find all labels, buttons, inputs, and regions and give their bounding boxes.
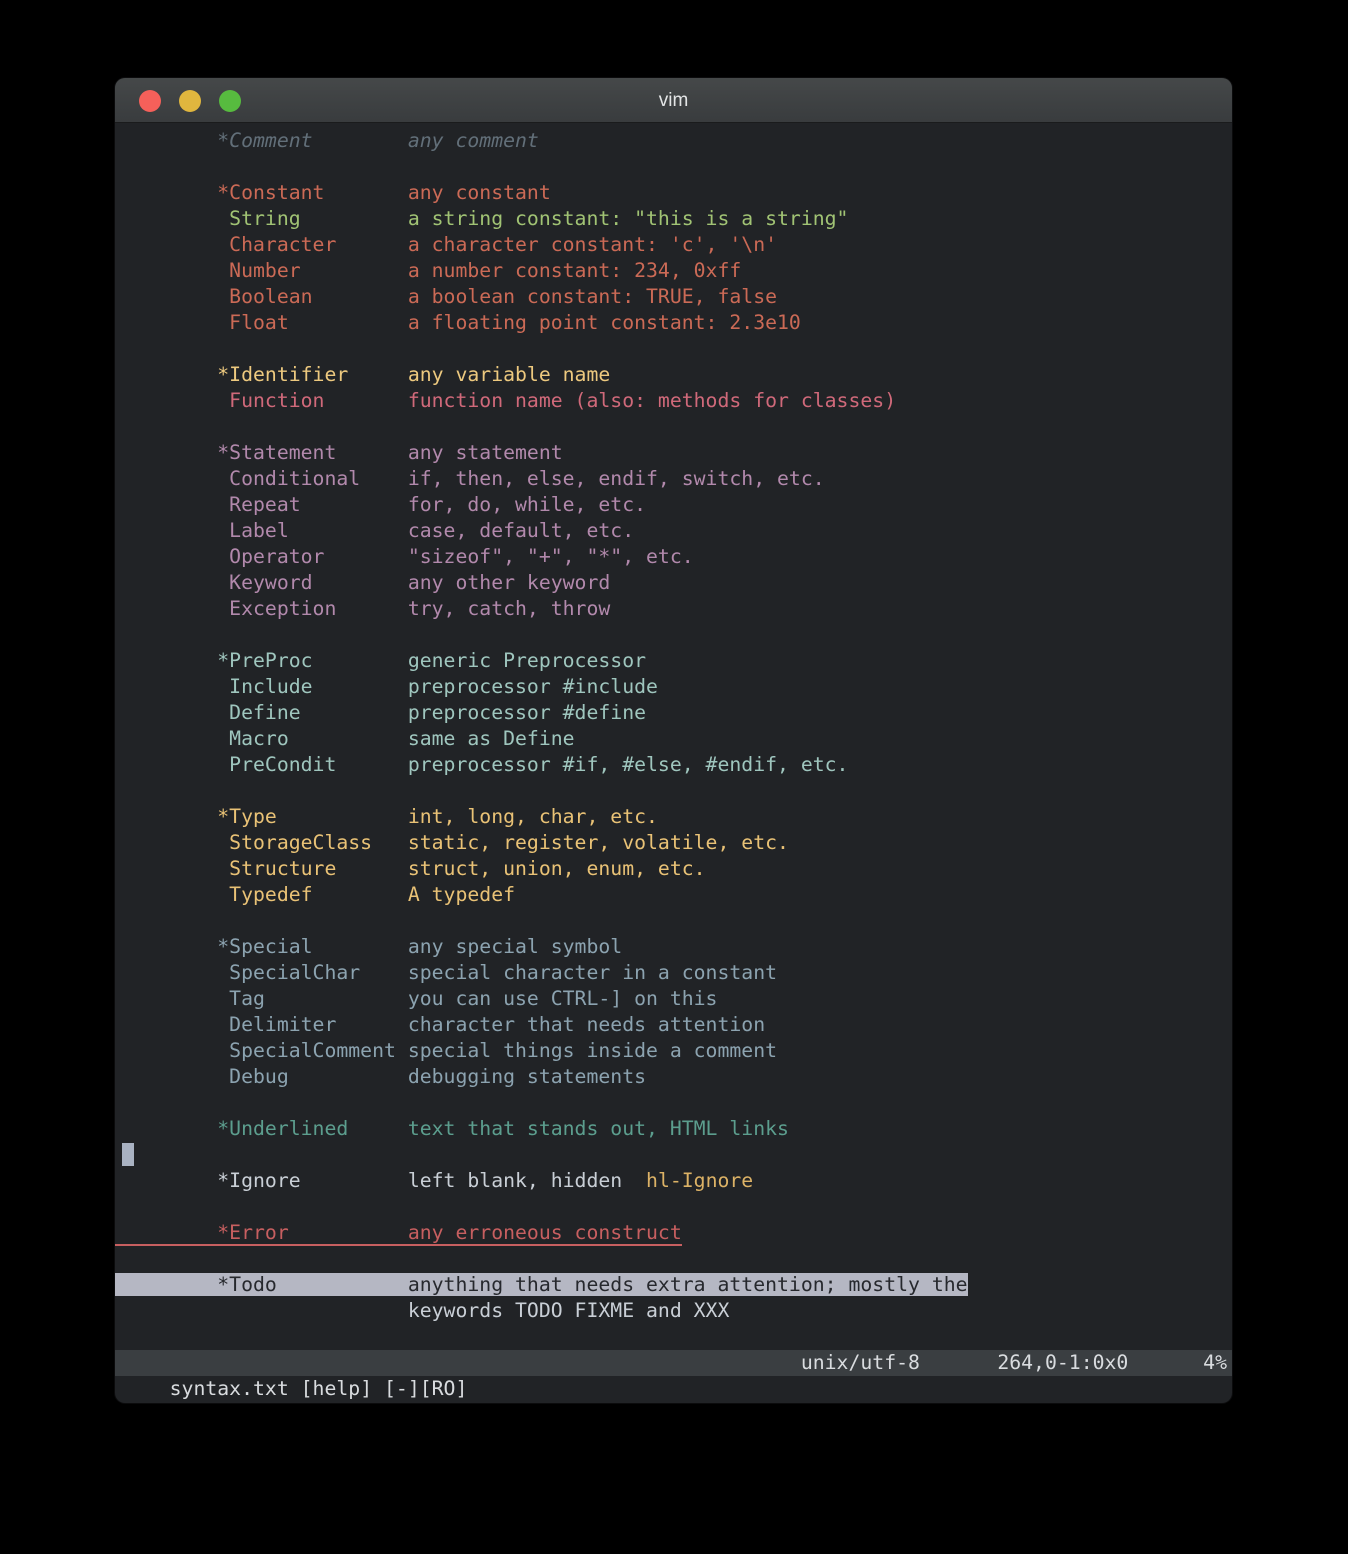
text-segment: keywords TODO FIXME and XXX — [122, 1299, 729, 1322]
status-line: syntax.txt [help] [-][RO] unix/utf-8 264… — [115, 1350, 1232, 1376]
text-segment: Debug debugging statements — [122, 1065, 646, 1088]
buffer-line — [115, 154, 1232, 180]
text-segment: *Todo anything that needs extra attentio… — [115, 1273, 968, 1296]
buffer-line: *Comment any comment — [115, 128, 1232, 154]
text-segment: StorageClass static, register, volatile,… — [122, 831, 789, 854]
buffer-line: Float a floating point constant: 2.3e10 — [115, 310, 1232, 336]
buffer-line: Include preprocessor #include — [115, 674, 1232, 700]
buffer-line: StorageClass static, register, volatile,… — [115, 830, 1232, 856]
buffer-line: PreCondit preprocessor #if, #else, #endi… — [115, 752, 1232, 778]
titlebar[interactable]: vim — [115, 78, 1232, 123]
buffer-line: Debug debugging statements — [115, 1064, 1232, 1090]
help-link-hl-ignore: hl-Ignore — [646, 1169, 753, 1192]
buffer-line — [115, 1194, 1232, 1220]
buffer-line — [115, 414, 1232, 440]
text-segment: Function function name (also: methods fo… — [122, 389, 896, 412]
buffer-line — [115, 908, 1232, 934]
buffer-line: Structure struct, union, enum, etc. — [115, 856, 1232, 882]
text-segment: Float a floating point constant: 2.3e10 — [122, 311, 801, 334]
buffer-line: Keyword any other keyword — [115, 570, 1232, 596]
buffer-line — [115, 1246, 1232, 1272]
buffer-line: *Statement any statement — [115, 440, 1232, 466]
buffer-line: Function function name (also: methods fo… — [115, 388, 1232, 414]
text-segment: *Statement any statement — [122, 441, 563, 464]
buffer-line: Boolean a boolean constant: TRUE, false — [115, 284, 1232, 310]
text-segment: Label case, default, etc. — [122, 519, 634, 542]
buffer-line: keywords TODO FIXME and XXX — [115, 1298, 1232, 1324]
text-segment: Tag you can use CTRL-] on this — [122, 987, 717, 1010]
buffer-line: Repeat for, do, while, etc. — [115, 492, 1232, 518]
buffer-line: *Ignore left blank, hidden hl-Ignore — [115, 1168, 1232, 1194]
buffer-line: Typedef A typedef — [115, 882, 1232, 908]
buffer-line — [115, 336, 1232, 362]
buffer-line: *Identifier any variable name — [115, 362, 1232, 388]
text-segment: Include preprocessor #include — [122, 675, 658, 698]
status-file-info: syntax.txt [help] [-][RO] — [163, 1377, 468, 1400]
status-format-encoding: unix/utf-8 — [801, 1350, 920, 1376]
status-ruler: 264,0-1:0x0 — [997, 1350, 1128, 1376]
buffer-line — [115, 1324, 1232, 1350]
buffer-line: *Type int, long, char, etc. — [115, 804, 1232, 830]
buffer-line — [115, 1090, 1232, 1116]
buffer-line: Exception try, catch, throw — [115, 596, 1232, 622]
text-segment: Boolean a boolean constant: TRUE, false — [122, 285, 777, 308]
text-segment: *Special any special symbol — [122, 935, 622, 958]
buffer-line: Tag you can use CTRL-] on this — [115, 986, 1232, 1012]
buffer-line: Operator "sizeof", "+", "*", etc. — [115, 544, 1232, 570]
text-segment: SpecialChar special character in a const… — [122, 961, 777, 984]
buffer-line: Character a character constant: 'c', '\n… — [115, 232, 1232, 258]
text-segment: *Error any erroneous construct — [115, 1220, 682, 1246]
buffer-line: Macro same as Define — [115, 726, 1232, 752]
buffer-line: Number a number constant: 234, 0xff — [115, 258, 1232, 284]
status-scroll-percent: 4% — [1203, 1350, 1227, 1376]
buffer-line: *Constant any constant — [115, 180, 1232, 206]
cursor-block — [122, 1143, 134, 1166]
text-segment: Macro same as Define — [122, 727, 575, 750]
text-segment: Structure struct, union, enum, etc. — [122, 857, 706, 880]
buffer-lines[interactable]: *Comment any comment *Constant any const… — [115, 123, 1232, 1350]
text-segment: String a string constant: "this is a str… — [122, 207, 848, 230]
buffer-line: SpecialChar special character in a const… — [115, 960, 1232, 986]
text-segment: Define preprocessor #define — [122, 701, 646, 724]
text-segment: Repeat for, do, while, etc. — [122, 493, 646, 516]
buffer-line — [115, 622, 1232, 648]
buffer-line: *Special any special symbol — [115, 934, 1232, 960]
buffer-line: SpecialComment special things inside a c… — [115, 1038, 1232, 1064]
buffer-line: Conditional if, then, else, endif, switc… — [115, 466, 1232, 492]
text-segment: *Identifier any variable name — [122, 363, 610, 386]
text-segment: *Ignore left blank, hidden — [122, 1169, 622, 1192]
buffer-line: *Underlined text that stands out, HTML l… — [115, 1116, 1232, 1142]
text-segment: PreCondit preprocessor #if, #else, #endi… — [122, 753, 848, 776]
text-segment — [622, 1169, 646, 1192]
buffer-line: *Todo anything that needs extra attentio… — [115, 1272, 1232, 1298]
text-segment: SpecialComment special things inside a c… — [122, 1039, 777, 1062]
buffer-line: *PreProc generic Preprocessor — [115, 648, 1232, 674]
buffer-line — [115, 1142, 1232, 1168]
text-segment: Typedef A typedef — [122, 883, 515, 906]
buffer-line: *Error any erroneous construct — [115, 1220, 1232, 1246]
buffer-line: String a string constant: "this is a str… — [115, 206, 1232, 232]
window-title: vim — [115, 78, 1232, 123]
text-segment: *Underlined text that stands out, HTML l… — [122, 1117, 789, 1140]
buffer-line: Define preprocessor #define — [115, 700, 1232, 726]
text-segment: Character a character constant: 'c', '\n… — [122, 233, 777, 256]
text-segment: Keyword any other keyword — [122, 571, 610, 594]
text-segment: Delimiter character that needs attention — [122, 1013, 765, 1036]
text-segment: Conditional if, then, else, endif, switc… — [122, 467, 825, 490]
buffer-line: Label case, default, etc. — [115, 518, 1232, 544]
text-segment: Number a number constant: 234, 0xff — [122, 259, 741, 282]
text-segment: Operator "sizeof", "+", "*", etc. — [122, 545, 694, 568]
buffer-line: Delimiter character that needs attention — [115, 1012, 1232, 1038]
text-segment: Exception try, catch, throw — [122, 597, 610, 620]
text-segment: *Comment any comment — [122, 129, 539, 152]
vim-window: vim *Comment any comment *Constant any c… — [115, 78, 1232, 1403]
text-segment: *Type int, long, char, etc. — [122, 805, 658, 828]
text-segment: *PreProc generic Preprocessor — [122, 649, 646, 672]
buffer-line — [115, 778, 1232, 804]
text-segment: *Constant any constant — [122, 181, 551, 204]
